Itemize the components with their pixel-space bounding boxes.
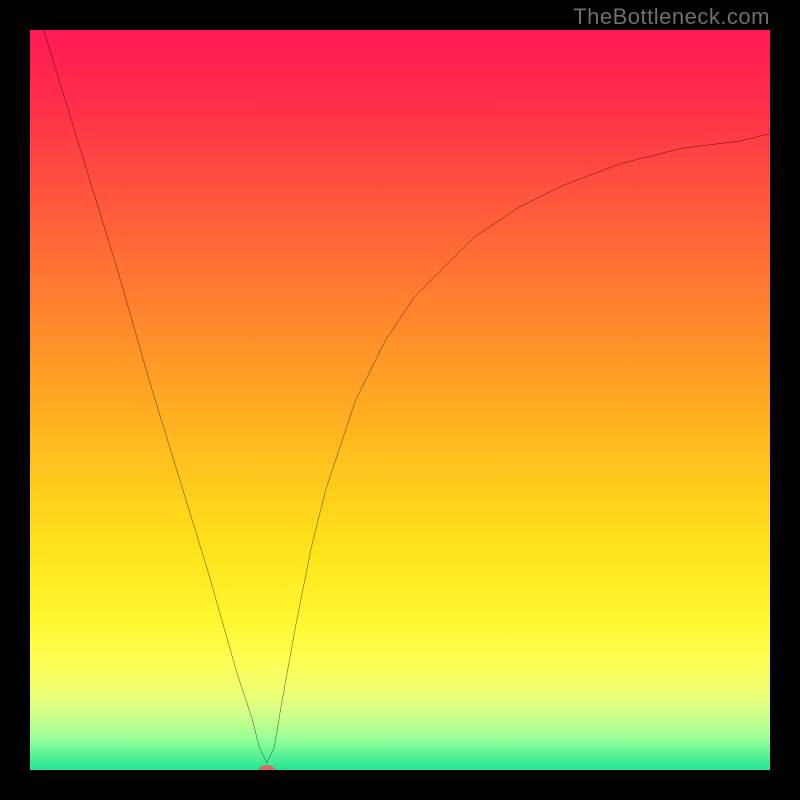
chart-frame: TheBottleneck.com xyxy=(0,0,800,800)
curve-layer xyxy=(30,30,770,770)
watermark-text: TheBottleneck.com xyxy=(573,4,770,30)
bottleneck-curve xyxy=(30,30,770,763)
plot-area xyxy=(30,30,770,770)
optimum-marker xyxy=(259,765,275,770)
